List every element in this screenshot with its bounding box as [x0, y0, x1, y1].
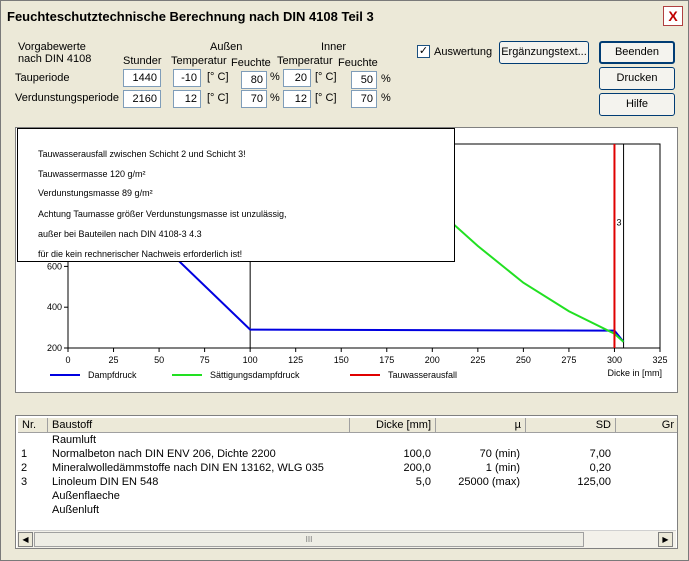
- message-box: Tauwasserausfall zwischen Schicht 2 und …: [17, 128, 455, 262]
- row-label-tauperiode: Tauperiode: [15, 72, 70, 84]
- cell-nr: 1: [21, 448, 28, 460]
- y-tick-label: 600: [47, 261, 62, 271]
- x-tick-label: 75: [200, 355, 210, 365]
- layer-label: 3: [617, 218, 622, 228]
- message-line: außer bei Bauteilen nach DIN 4108-3 4.3: [38, 229, 202, 239]
- x-tick-label: 300: [607, 355, 622, 365]
- unit-pct-aussen-tau: %: [270, 71, 280, 83]
- close-button[interactable]: X: [663, 6, 683, 26]
- unit-pct-innen-verdunstung: %: [381, 92, 391, 104]
- x-tick-label: 50: [154, 355, 164, 365]
- hilfe-button[interactable]: Hilfe: [599, 93, 675, 116]
- x-tick-label: 325: [652, 355, 667, 365]
- cell-mu: 70 (min): [479, 448, 520, 460]
- temp-innen-input-tau[interactable]: 20: [283, 69, 311, 87]
- row-label-verdunstung: Verdunstungsperiode: [15, 92, 119, 104]
- cell-baustoff: Außenflaeche: [52, 490, 120, 502]
- cell-mu: 25000 (max): [458, 476, 520, 488]
- unit-pct-aussen-verdunstung: %: [270, 92, 280, 104]
- window-title: Feuchteschutztechnische Berechnung nach …: [7, 9, 374, 24]
- drucken-button[interactable]: Drucken: [599, 67, 675, 90]
- x-tick-label: 175: [379, 355, 394, 365]
- beenden-button[interactable]: Beenden: [599, 41, 675, 64]
- scroll-left-arrow-icon[interactable]: ◀: [18, 532, 33, 547]
- aussen-label: Außen: [210, 41, 243, 53]
- x-tick-label: 25: [109, 355, 119, 365]
- cell-nr: 2: [21, 462, 28, 474]
- feuchte-aussen-input-tau[interactable]: 80: [241, 71, 267, 89]
- cell-sd: 0,20: [589, 462, 611, 474]
- cell-baustoff: Normalbeton nach DIN ENV 206, Dichte 220…: [52, 448, 276, 460]
- unit-c-aussen-verdunstung: [° C]: [207, 92, 229, 104]
- col-header-gr[interactable]: Gr: [616, 418, 677, 433]
- x-tick-label: 100: [243, 355, 258, 365]
- temp-innen-input-verdunstung[interactable]: 12: [283, 90, 311, 108]
- stunden-input-tau[interactable]: 1440: [123, 69, 161, 87]
- temp-innen-header: Temperatur: [277, 55, 333, 67]
- cell-baustoff: Außenluft: [52, 504, 100, 516]
- message-line: Tauwassermasse 120 g/m²: [38, 169, 146, 179]
- unit-c-aussen-tau: [° C]: [207, 71, 229, 83]
- feuchte-innen-header: Feuchte: [338, 57, 378, 69]
- cell-mu: 1 (min): [485, 462, 520, 474]
- message-line: Achtung Taumasse größer Verdunstungsmass…: [38, 209, 287, 219]
- cell-nr: 3: [21, 476, 28, 488]
- message-line: für die kein rechnerischer Nachweis erfo…: [38, 249, 243, 259]
- ergaenzungstext-button[interactable]: Ergänzungstext...: [499, 41, 589, 64]
- auswertung-checkbox[interactable]: ✓: [417, 45, 430, 58]
- col-header-dicke[interactable]: Dicke [mm]: [350, 418, 436, 433]
- temp-aussen-input-verdunstung[interactable]: 12: [173, 90, 201, 108]
- message-line: Verdunstungsmasse 89 g/m²: [38, 188, 153, 198]
- auswertung-label: Auswertung: [434, 46, 493, 58]
- message-line: Tauwasserausfall zwischen Schicht 2 und …: [38, 149, 246, 159]
- cell-baustoff: Raumluft: [52, 434, 97, 446]
- feuchte-aussen-input-verdunstung[interactable]: 70: [241, 90, 267, 108]
- y-tick-label: 400: [47, 302, 62, 312]
- x-tick-label: 200: [425, 355, 440, 365]
- feuchte-innen-input-tau[interactable]: 50: [351, 71, 377, 89]
- col-header-mu[interactable]: µ: [436, 418, 526, 433]
- legend-label: Dampfdruck: [88, 370, 137, 380]
- legend-label: Sättigungsdampfdruck: [210, 370, 300, 380]
- innen-label: Inner: [321, 41, 347, 53]
- unit-c-innen-verdunstung: [° C]: [315, 92, 337, 104]
- legend-label: Tauwasserausfall: [388, 370, 457, 380]
- unit-pct-innen-tau: %: [381, 73, 391, 85]
- cell-dicke: 5,0: [415, 476, 431, 488]
- temp-aussen-input-tau[interactable]: -10: [173, 69, 201, 87]
- horizontal-scrollbar[interactable]: ◀ III ▶: [17, 530, 676, 548]
- scroll-thumb[interactable]: III: [34, 532, 584, 547]
- x-axis-label: Dicke in [mm]: [607, 368, 662, 378]
- cell-sd: 125,00: [577, 476, 611, 488]
- col-header-sd[interactable]: SD: [526, 418, 616, 433]
- cell-dicke: 200,0: [403, 462, 431, 474]
- x-tick-label: 0: [65, 355, 70, 365]
- cell-baustoff: Linoleum DIN EN 548: [52, 476, 159, 488]
- vorgabe-label-1: Vorgabewerte: [18, 41, 86, 53]
- x-tick-label: 225: [470, 355, 485, 365]
- dialog-window: Feuchteschutztechnische Berechnung nach …: [0, 0, 689, 561]
- cell-dicke: 100,0: [403, 448, 431, 460]
- unit-c-innen-tau: [° C]: [315, 71, 337, 83]
- cell-baustoff: Mineralwolledämmstoffe nach DIN EN 13162…: [52, 462, 324, 474]
- x-tick-label: 125: [288, 355, 303, 365]
- vorgabe-label-2: nach DIN 4108: [18, 53, 92, 65]
- title-bar: Feuchteschutztechnische Berechnung nach …: [1, 1, 688, 31]
- stunden-header: Stunder: [123, 55, 162, 67]
- feuchte-aussen-header: Feuchte: [231, 57, 271, 69]
- x-tick-label: 250: [516, 355, 531, 365]
- x-tick-label: 150: [334, 355, 349, 365]
- scroll-right-arrow-icon[interactable]: ▶: [658, 532, 673, 547]
- col-header-nr[interactable]: Nr.: [18, 418, 48, 433]
- cell-sd: 7,00: [589, 448, 611, 460]
- col-header-baustoff[interactable]: Baustoff: [48, 418, 350, 433]
- x-tick-label: 275: [561, 355, 576, 365]
- layer-table: Nr. Baustoff Dicke [mm] µ SD Gr Raumluft…: [15, 415, 678, 549]
- y-tick-label: 200: [47, 343, 62, 353]
- feuchte-innen-input-verdunstung[interactable]: 70: [351, 90, 377, 108]
- temp-aussen-header: Temperatur: [171, 55, 227, 67]
- stunden-input-verdunstung[interactable]: 2160: [123, 90, 161, 108]
